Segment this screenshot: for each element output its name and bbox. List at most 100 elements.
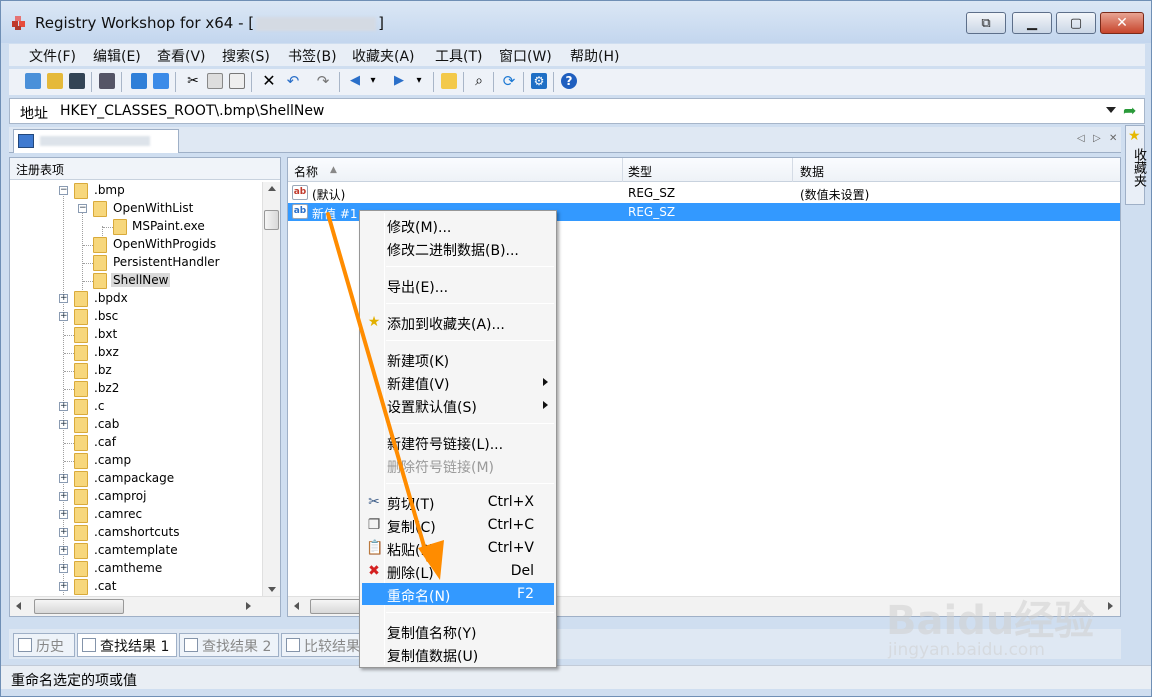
- tree-item-cab[interactable]: + .cab: [10, 416, 260, 434]
- menu-item-export[interactable]: 导出(E)...: [362, 274, 554, 296]
- column-divider[interactable]: [622, 158, 623, 182]
- open-folder-icon[interactable]: [47, 73, 63, 89]
- tree-item-bxz[interactable]: .bxz: [10, 344, 260, 362]
- expand-icon[interactable]: +: [59, 312, 68, 321]
- menu-item-new-symlink[interactable]: 新建符号链接(L)...: [362, 431, 554, 453]
- expand-icon[interactable]: +: [59, 474, 68, 483]
- menu-file[interactable]: 文件(F): [29, 46, 76, 66]
- redo-icon[interactable]: ↷: [315, 73, 331, 89]
- tree-item-bz2[interactable]: .bz2: [10, 380, 260, 398]
- find-icon[interactable]: ⌕: [471, 73, 487, 89]
- menu-item-cut[interactable]: ✂ 剪切(T) Ctrl+X: [362, 491, 554, 513]
- value-row[interactable]: ab (默认) REG_SZ (数值未设置): [288, 184, 1120, 202]
- connect-registry-icon[interactable]: [25, 73, 41, 89]
- tree-item-camshortcuts[interactable]: + .camshortcuts: [10, 524, 260, 542]
- column-header-name[interactable]: 名称: [294, 163, 318, 180]
- menu-tools[interactable]: 工具(T): [435, 46, 482, 66]
- expand-icon[interactable]: +: [59, 294, 68, 303]
- print-icon[interactable]: [99, 73, 115, 89]
- scroll-down-icon[interactable]: [268, 587, 276, 592]
- menu-window[interactable]: 窗口(W): [499, 46, 552, 66]
- tree-item-persistenthandler[interactable]: PersistentHandler: [10, 254, 260, 272]
- tree-item-camproj[interactable]: + .camproj: [10, 488, 260, 506]
- tree-item-bmp[interactable]: − .bmp: [10, 182, 260, 200]
- menu-item-copy[interactable]: ❐ 复制(C) Ctrl+C: [362, 514, 554, 536]
- column-header-type[interactable]: 类型: [628, 163, 652, 180]
- scroll-up-icon[interactable]: [268, 186, 276, 191]
- menu-item-copy-value-data[interactable]: 复制值数据(U): [362, 643, 554, 665]
- tab-find-results-2[interactable]: 查找结果 2: [179, 633, 279, 657]
- tree-item-camrec[interactable]: + .camrec: [10, 506, 260, 524]
- tree-item-campackage[interactable]: + .campackage: [10, 470, 260, 488]
- computer-tab[interactable]: [13, 129, 179, 153]
- go-arrow-icon[interactable]: ➦: [1123, 101, 1136, 120]
- menu-item-new-value[interactable]: 新建值(V): [362, 371, 554, 393]
- scroll-left-icon[interactable]: [294, 602, 299, 610]
- expand-icon[interactable]: +: [59, 492, 68, 501]
- column-header-data[interactable]: 数据: [800, 163, 824, 180]
- expand-icon[interactable]: +: [59, 546, 68, 555]
- menu-item-copy-value-name[interactable]: 复制值名称(Y): [362, 620, 554, 642]
- back-icon[interactable]: ◀: [347, 73, 363, 89]
- scroll-right-icon[interactable]: [246, 602, 251, 610]
- expand-icon[interactable]: +: [59, 564, 68, 573]
- menu-item-new-key[interactable]: 新建项(K): [362, 348, 554, 370]
- tree-item-openwithlist[interactable]: − OpenWithList: [10, 200, 260, 218]
- address-input[interactable]: [60, 100, 1100, 122]
- menu-item-set-default-value[interactable]: 设置默认值(S): [362, 394, 554, 416]
- tree-item-bxt[interactable]: .bxt: [10, 326, 260, 344]
- collapse-icon[interactable]: −: [59, 186, 68, 195]
- menu-bookmarks[interactable]: 书签(B): [288, 46, 337, 66]
- expand-icon[interactable]: +: [59, 510, 68, 519]
- scroll-left-icon[interactable]: [16, 602, 21, 610]
- expand-icon[interactable]: +: [59, 402, 68, 411]
- menu-item-modify-binary[interactable]: 修改二进制数据(B)...: [362, 237, 554, 259]
- tree-item-caf[interactable]: .caf: [10, 434, 260, 452]
- menu-edit[interactable]: 编辑(E): [93, 46, 141, 66]
- forward-icon[interactable]: ▶: [391, 73, 407, 89]
- expand-icon[interactable]: +: [59, 528, 68, 537]
- tree-item-mspaint[interactable]: MSPaint.exe: [10, 218, 260, 236]
- tree-item-camp[interactable]: .camp: [10, 452, 260, 470]
- tree-item-shellnew[interactable]: ShellNew: [10, 272, 260, 290]
- collapse-icon[interactable]: −: [78, 204, 87, 213]
- options-gear-icon[interactable]: ⚙: [531, 73, 547, 89]
- title-bar[interactable]: Registry Workshop for x64 - [] ⧉ ▁ ▢ ✕: [1, 1, 1151, 43]
- tree-horizontal-scrollbar[interactable]: [10, 596, 280, 616]
- tab-find-results-1[interactable]: 查找结果 1: [77, 633, 177, 657]
- menu-item-add-to-favorites[interactable]: ★ 添加到收藏夹(A)...: [362, 311, 554, 333]
- tree-vertical-scrollbar[interactable]: [262, 182, 280, 596]
- scroll-thumb[interactable]: [34, 599, 124, 614]
- restore-child-button[interactable]: ⧉: [966, 12, 1006, 34]
- parent-key-icon[interactable]: [441, 73, 457, 89]
- back-dropdown-icon[interactable]: ▾: [365, 73, 381, 89]
- menu-item-paste[interactable]: 📋 粘贴(P) Ctrl+V: [362, 537, 554, 559]
- menu-favorites[interactable]: 收藏夹(A): [352, 46, 415, 66]
- maximize-button[interactable]: ▢: [1056, 12, 1096, 34]
- close-button[interactable]: ✕: [1100, 12, 1144, 34]
- paste-icon[interactable]: [229, 73, 245, 89]
- address-dropdown-icon[interactable]: [1106, 107, 1116, 113]
- menu-item-modify[interactable]: 修改(M)...: [362, 214, 554, 236]
- expand-icon[interactable]: +: [59, 420, 68, 429]
- column-divider[interactable]: [792, 158, 793, 182]
- remote-icon[interactable]: [153, 73, 169, 89]
- menu-item-delete[interactable]: ✖ 删除(L) Del: [362, 560, 554, 582]
- minimize-button[interactable]: ▁: [1012, 12, 1052, 34]
- tree-item-bpdx[interactable]: + .bpdx: [10, 290, 260, 308]
- favorites-side-panel[interactable]: ★ 收藏夹: [1125, 125, 1146, 205]
- computer-icon[interactable]: [131, 73, 147, 89]
- tree-item-bz[interactable]: .bz: [10, 362, 260, 380]
- tab-close-icon[interactable]: ✕: [1109, 133, 1117, 144]
- undo-icon[interactable]: ↶: [285, 73, 301, 89]
- expand-icon[interactable]: +: [59, 582, 68, 591]
- tree-item-camtemplate[interactable]: + .camtemplate: [10, 542, 260, 560]
- save-icon[interactable]: [69, 73, 85, 89]
- delete-icon[interactable]: ✕: [261, 73, 277, 89]
- copy-icon[interactable]: [207, 73, 223, 89]
- menu-search[interactable]: 搜索(S): [222, 46, 270, 66]
- scroll-thumb[interactable]: [264, 210, 279, 230]
- tree-item-openwithprogids[interactable]: OpenWithProgids: [10, 236, 260, 254]
- menu-view[interactable]: 查看(V): [157, 46, 206, 66]
- menu-help[interactable]: 帮助(H): [570, 46, 619, 66]
